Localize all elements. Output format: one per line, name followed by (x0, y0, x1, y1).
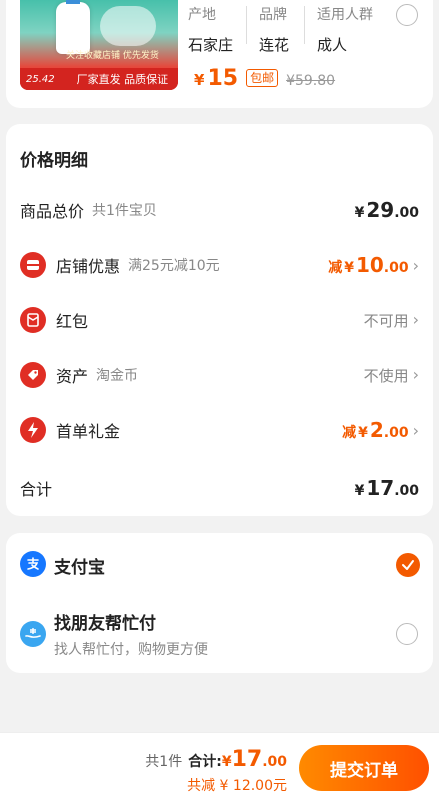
total-label: 合计: (188, 754, 222, 770)
amount-decimal: .00 (394, 483, 419, 499)
section-title: 价格明细 (20, 151, 88, 171)
free-shipping-badge: 包邮 (246, 69, 279, 87)
price-detail-card: 价格明细 商品总价 共1件宝贝 ¥ 29 .00 店铺优惠 满25元减10元 减… (6, 124, 433, 516)
alipay-icon (20, 551, 46, 577)
row-shop-discount[interactable]: 店铺优惠 满25元减10元 减 ¥ 10 .00 › (20, 251, 419, 279)
lightning-icon (20, 417, 46, 443)
goods-total-amount: ¥ 29 .00 (355, 198, 419, 222)
attribute-origin: 产地 石家庄 (188, 4, 233, 55)
row-assets[interactable]: 资产 淘金币 不使用 › (20, 361, 419, 389)
total-integer: 17 (231, 747, 263, 772)
chevron-right-icon: › (412, 364, 419, 384)
amount-integer: 2 (369, 418, 384, 442)
status-text: 不使用 (363, 366, 409, 385)
original-price: ¥59.80 (286, 73, 336, 89)
amount-integer: 29 (366, 198, 395, 222)
currency-symbol: ¥ (358, 425, 368, 441)
discount-prefix: 减 (342, 425, 357, 441)
amount-decimal: .00 (383, 260, 409, 276)
friend-pay-icon (20, 621, 46, 647)
attribute-divider (304, 6, 305, 44)
status-text: 不可用 (363, 311, 409, 330)
red-envelope-status: 不可用 › (364, 310, 419, 331)
row-label: 首单礼金 (56, 422, 121, 441)
attribute-audience: 适用人群 成人 (317, 4, 373, 55)
chevron-right-icon: › (412, 421, 419, 440)
shop-discount-amount: 减 ¥ 10 .00 › (328, 253, 419, 277)
friend-pay-label: 找朋友帮忙付 (54, 614, 156, 634)
total-discount: 共减 ¥ 12.00元 (187, 778, 287, 794)
row-sub: 共1件宝贝 (92, 203, 157, 219)
row-first-order-gift[interactable]: 首单礼金 减 ¥ 2 .00 › (20, 416, 419, 444)
row-label: 红包 (56, 312, 89, 331)
product-price: 15 (207, 66, 239, 91)
attribute-label: 适用人群 (317, 7, 373, 23)
first-order-gift-amount: 减 ¥ 2 .00 › (342, 418, 419, 442)
chevron-right-icon: › (412, 309, 419, 329)
currency-symbol: ¥ (354, 205, 365, 221)
price-currency: ¥ (194, 71, 205, 89)
product-card: 关注收藏店铺 优先发货 25.42 厂家直发 品质保证 产地 石家庄 品牌 连花… (6, 0, 433, 108)
payment-option-friend-pay[interactable]: 找朋友帮忙付 找人帮忙付，购物更方便 (6, 599, 433, 669)
amount-integer: 10 (355, 253, 384, 277)
row-total: 合计 ¥ 17 .00 (20, 474, 419, 502)
row-red-envelope[interactable]: 红包 不可用 › (20, 306, 419, 334)
alipay-label: 支付宝 (54, 558, 105, 578)
order-summary: 共1件 合计: ¥ 17 .00 (145, 747, 287, 772)
row-sub: 淘金币 (96, 368, 139, 384)
image-footer-bar: 25.42 厂家直发 品质保证 (20, 68, 178, 90)
image-tagline: 关注收藏店铺 优先发货 (66, 51, 159, 61)
amount-integer: 17 (366, 476, 395, 500)
checkmark-icon[interactable] (396, 553, 420, 577)
attribute-label: 品牌 (259, 7, 287, 23)
row-sub: 满25元减10元 (128, 258, 220, 274)
attribute-label: 产地 (188, 7, 216, 23)
image-price: 25.42 (26, 73, 55, 85)
image-slogan: 厂家直发 品质保证 (76, 73, 169, 86)
red-envelope-icon (20, 307, 46, 333)
attribute-value: 石家庄 (188, 36, 234, 54)
total-decimal: .00 (262, 754, 287, 770)
attribute-brand: 品牌 连花 (259, 4, 289, 55)
amount-decimal: .00 (394, 205, 419, 221)
chevron-right-icon: › (412, 256, 419, 275)
item-count: 共1件 (145, 754, 183, 770)
gold-coin-tag-icon (20, 362, 46, 388)
friend-pay-radio[interactable] (396, 623, 418, 645)
attribute-value: 成人 (317, 36, 348, 54)
bottle-graphic (56, 0, 90, 54)
product-seal-graphic (100, 6, 156, 46)
attribute-divider (246, 6, 247, 44)
shop-coupon-icon (20, 252, 46, 278)
currency-symbol: ¥ (221, 754, 232, 770)
product-image[interactable]: 关注收藏店铺 优先发货 25.42 厂家直发 品质保证 (20, 0, 178, 90)
payment-method-card: 支付宝 找朋友帮忙付 找人帮忙付，购物更方便 (6, 533, 433, 673)
discount-prefix: 减 (328, 260, 343, 276)
row-label: 资产 (56, 367, 89, 386)
row-label: 合计 (20, 480, 53, 499)
total-amount: ¥ 17 .00 (355, 476, 419, 500)
row-label: 商品总价 (20, 202, 85, 221)
row-goods-total: 商品总价 共1件宝贝 ¥ 29 .00 (20, 196, 419, 224)
currency-symbol: ¥ (354, 483, 365, 499)
submit-order-button[interactable]: 提交订单 (299, 745, 429, 791)
amount-decimal: .00 (383, 425, 409, 441)
payment-option-alipay[interactable]: 支付宝 (6, 533, 433, 597)
attribute-value: 连花 (259, 36, 290, 54)
checkout-bar: 共1件 合计: ¥ 17 .00 共减 ¥ 12.00元 提交订单 (0, 732, 439, 805)
product-select-radio[interactable] (396, 4, 418, 26)
row-label: 店铺优惠 (56, 257, 121, 276)
assets-status: 不使用 › (364, 365, 419, 386)
friend-pay-description: 找人帮忙付，购物更方便 (54, 642, 208, 658)
product-price-row: ¥ 15 包邮 ¥59.80 (194, 66, 335, 91)
currency-symbol: ¥ (344, 260, 354, 276)
